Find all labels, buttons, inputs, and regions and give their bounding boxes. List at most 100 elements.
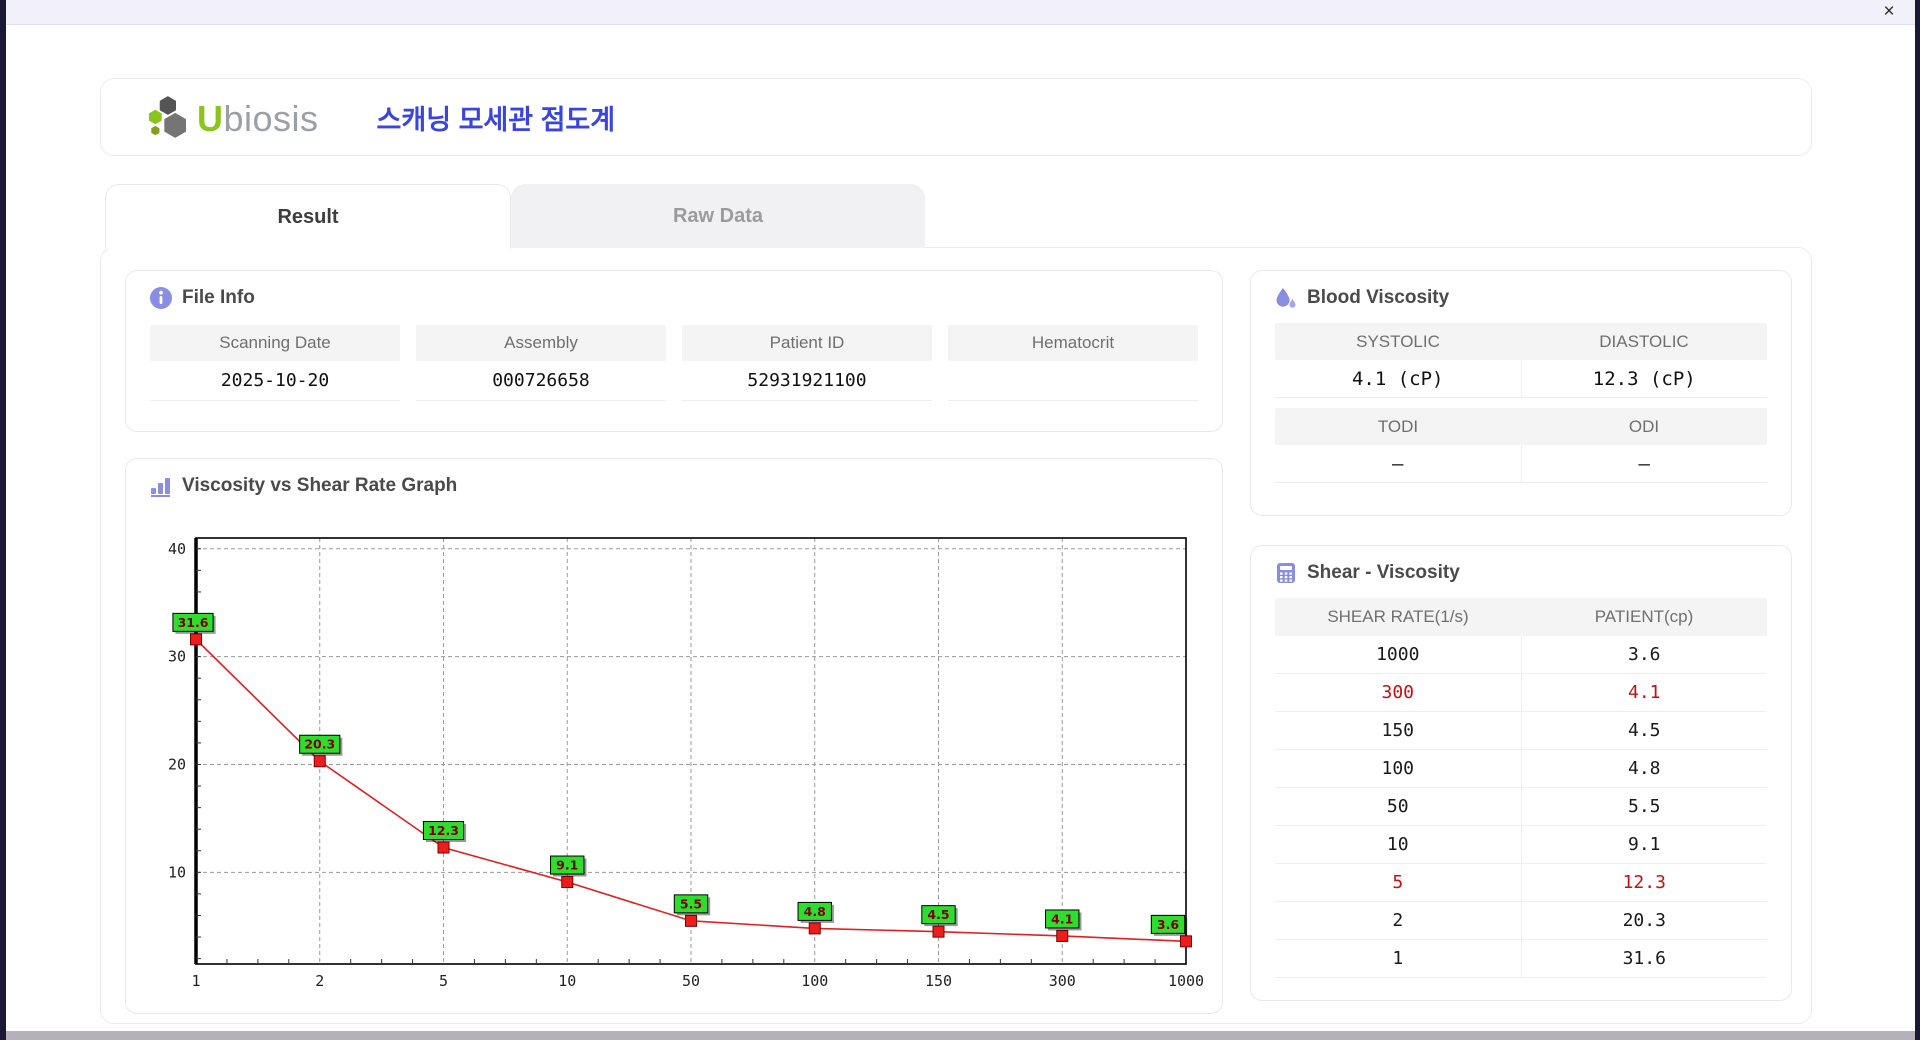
- diastolic-value: 12.3 (cP): [1521, 360, 1768, 397]
- shear-rate-cell: 2: [1275, 902, 1521, 939]
- tab-raw-data[interactable]: Raw Data: [511, 184, 925, 248]
- shear-rate-cell: 50: [1275, 788, 1521, 825]
- field-value: 2025-10-20: [150, 361, 400, 401]
- shear-row: 505.5: [1275, 788, 1767, 826]
- value-label-text: 5.5: [680, 896, 702, 911]
- field-label: Assembly: [416, 325, 666, 361]
- shear-row: 10003.6: [1275, 636, 1767, 674]
- x-tick-label: 50: [682, 972, 700, 990]
- viscosity-shear-chart: 102030401251050100150300100031.620.312.3…: [126, 459, 1224, 1015]
- blood-viscosity-title: Blood Viscosity: [1307, 287, 1449, 309]
- tab-card-joint: [106, 246, 510, 249]
- patient-cell: 12.3: [1521, 864, 1768, 901]
- info-icon: [150, 287, 172, 309]
- patient-cell: 9.1: [1521, 826, 1768, 863]
- viscosity-graph-panel: Viscosity vs Shear Rate Graph 1020304012…: [125, 458, 1223, 1014]
- field-value: 000726658: [416, 361, 666, 401]
- data-point-marker: [314, 756, 325, 767]
- value-label-text: 20.3: [304, 737, 335, 752]
- value-label-text: 12.3: [428, 823, 459, 838]
- field-label: Patient ID: [682, 325, 932, 361]
- shear-rate-cell: 100: [1275, 750, 1521, 787]
- shear-viscosity-table: SHEAR RATE(1/s) PATIENT(cp) 10003.6 3004…: [1275, 598, 1767, 978]
- field-hematocrit: Hematocrit: [948, 325, 1198, 401]
- shear-rate-cell: 5: [1275, 864, 1521, 901]
- file-info-title: File Info: [182, 287, 255, 309]
- data-point-marker: [686, 915, 697, 926]
- ubiosis-hexagon-icon: [147, 93, 195, 141]
- shear-row: 131.6: [1275, 940, 1767, 978]
- x-tick-label: 2: [315, 972, 324, 990]
- shear-rate-column-header: SHEAR RATE(1/s): [1275, 598, 1521, 636]
- value-label-text: 9.1: [556, 858, 578, 873]
- shear-row: 1004.8: [1275, 750, 1767, 788]
- calculator-icon: [1275, 562, 1297, 584]
- diastolic-label: DIASTOLIC: [1521, 323, 1767, 360]
- field-value: 52931921100: [682, 361, 932, 401]
- y-tick-label: 40: [168, 540, 186, 558]
- todi-value: –: [1275, 445, 1521, 482]
- shear-row: 1504.5: [1275, 712, 1767, 750]
- systolic-value: 4.1 (cP): [1275, 360, 1521, 397]
- field-assembly: Assembly 000726658: [416, 325, 666, 401]
- tab-result[interactable]: Result: [105, 184, 511, 249]
- shear-row: 512.3: [1275, 864, 1767, 902]
- blood-drops-icon: [1275, 287, 1297, 309]
- x-tick-label: 1: [191, 972, 200, 990]
- patient-cell: 20.3: [1521, 902, 1768, 939]
- ubiosis-logo: Ubiosis: [147, 93, 319, 141]
- field-patient-id: Patient ID 52931921100: [682, 325, 932, 401]
- app-title-korean: 스캐닝 모세관 점도계: [377, 98, 616, 137]
- patient-cell: 4.5: [1521, 712, 1768, 749]
- y-tick-label: 20: [168, 755, 186, 773]
- shear-row: 109.1: [1275, 826, 1767, 864]
- shear-row: 3004.1: [1275, 674, 1767, 712]
- blood-viscosity-panel: Blood Viscosity SYSTOLIC DIASTOLIC 4.1 (…: [1250, 270, 1792, 516]
- value-label-text: 4.1: [1051, 911, 1073, 926]
- x-tick-label: 5: [439, 972, 448, 990]
- shear-row: 220.3: [1275, 902, 1767, 940]
- shear-rate-cell: 300: [1275, 674, 1521, 711]
- window-border-right: [1915, 0, 1920, 1040]
- y-tick-label: 10: [168, 863, 186, 881]
- logo-text: Ubiosis: [197, 97, 319, 141]
- field-label: Scanning Date: [150, 325, 400, 361]
- shear-viscosity-title: Shear - Viscosity: [1307, 562, 1460, 584]
- patient-cell: 5.5: [1521, 788, 1768, 825]
- app-header: Ubiosis 스캐닝 모세관 점도계: [100, 78, 1812, 156]
- close-button[interactable]: ×: [1877, 1, 1901, 23]
- window-bottom-edge: [0, 1031, 1920, 1040]
- shear-rate-cell: 150: [1275, 712, 1521, 749]
- shear-rate-cell: 1: [1275, 940, 1521, 977]
- patient-cell: 31.6: [1521, 940, 1768, 977]
- todi-label: TODI: [1275, 408, 1521, 445]
- window-border-left: [0, 0, 6, 1040]
- x-tick-label: 150: [925, 972, 952, 990]
- systolic-label: SYSTOLIC: [1275, 323, 1521, 360]
- window-titlebar: ×: [6, 0, 1915, 25]
- value-label-text: 31.6: [178, 615, 209, 630]
- patient-column-header: PATIENT(cp): [1521, 598, 1767, 636]
- x-tick-label: 300: [1049, 972, 1076, 990]
- x-tick-label: 10: [558, 972, 576, 990]
- field-label: Hematocrit: [948, 325, 1198, 361]
- shear-rate-cell: 1000: [1275, 636, 1521, 673]
- data-point-marker: [562, 877, 573, 888]
- file-info-panel: File Info Scanning Date 2025-10-20 Assem…: [125, 270, 1223, 432]
- patient-cell: 3.6: [1521, 636, 1768, 673]
- x-tick-label: 100: [801, 972, 828, 990]
- data-point-marker: [1057, 930, 1068, 941]
- field-scanning-date: Scanning Date 2025-10-20: [150, 325, 400, 401]
- odi-value: –: [1521, 445, 1768, 482]
- data-point-marker: [438, 842, 449, 853]
- shear-viscosity-panel: Shear - Viscosity SHEAR RATE(1/s) PATIEN…: [1250, 545, 1792, 1001]
- field-value: [948, 361, 1198, 401]
- data-point-marker: [933, 926, 944, 937]
- odi-label: ODI: [1521, 408, 1767, 445]
- shear-rate-cell: 10: [1275, 826, 1521, 863]
- y-tick-label: 30: [168, 648, 186, 666]
- data-point-marker: [809, 923, 820, 934]
- patient-cell: 4.8: [1521, 750, 1768, 787]
- data-point-marker: [191, 634, 202, 645]
- blood-viscosity-table: SYSTOLIC DIASTOLIC 4.1 (cP) 12.3 (cP) TO…: [1275, 323, 1767, 483]
